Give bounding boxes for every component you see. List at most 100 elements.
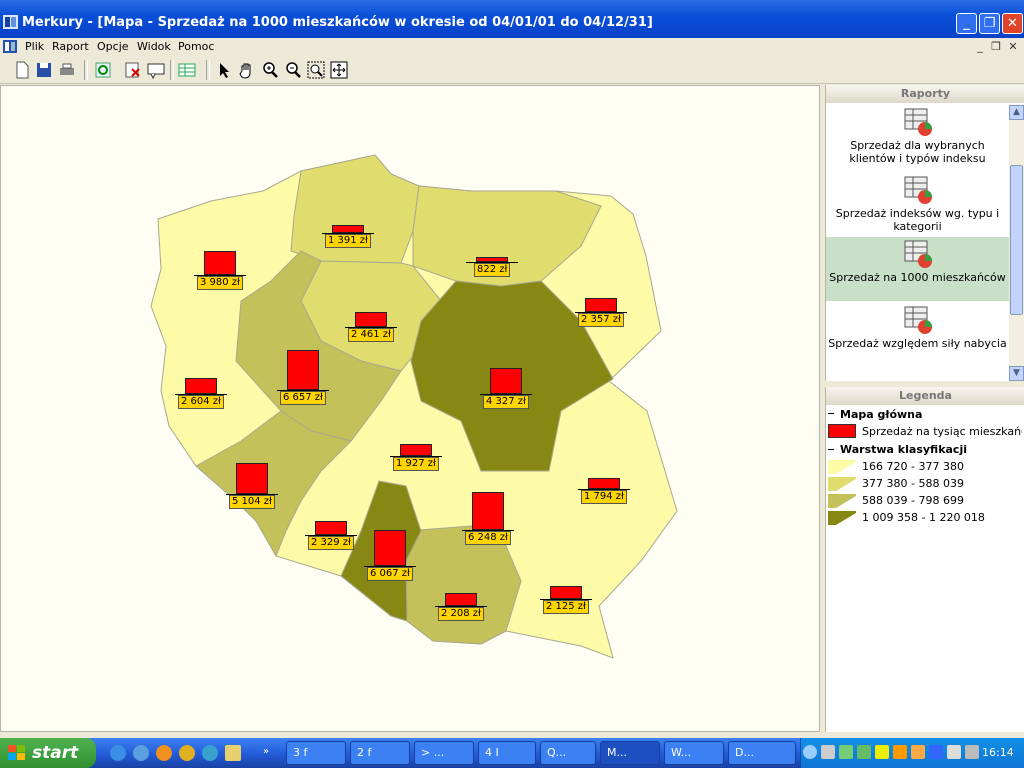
pointer-icon[interactable] — [214, 60, 234, 80]
map-value-bar — [315, 521, 347, 535]
legend-bar-swatch — [828, 424, 856, 438]
window-title: Merkury - [Mapa - Sprzedaż na 1000 miesz… — [22, 15, 653, 30]
report-chart-icon — [904, 108, 932, 136]
menu-widok[interactable]: Widok — [137, 40, 171, 53]
taskbar-item[interactable]: 4 I — [478, 741, 536, 765]
taskbar-item[interactable]: 3 f — [286, 741, 346, 765]
tray-icon[interactable] — [893, 745, 907, 759]
windows-logo-icon — [8, 745, 25, 760]
legend-panel: Legenda Mapa główna Sprzedaż na tysiąc m… — [825, 387, 1024, 732]
toolbar-separator — [170, 60, 174, 80]
print-icon[interactable] — [57, 60, 77, 80]
map-value-bar — [400, 444, 432, 456]
taskbar-item[interactable]: > ... — [414, 741, 474, 765]
minimize-button[interactable]: _ — [956, 13, 977, 34]
maximize-button[interactable]: ❐ — [979, 13, 1000, 34]
map-value-label: 5 104 zł — [229, 495, 275, 509]
report-label: Sprzedaż na 1000 mieszkańców — [829, 271, 1006, 284]
save-icon[interactable] — [34, 60, 54, 80]
tray-icon[interactable] — [839, 745, 853, 759]
refresh-icon[interactable] — [93, 60, 113, 80]
taskbar-item[interactable]: 2 f — [350, 741, 410, 765]
close-button[interactable]: ✕ — [1002, 13, 1023, 34]
bluetooth-icon[interactable] — [929, 745, 943, 759]
map-value-bar — [585, 298, 617, 312]
scroll-thumb[interactable] — [1010, 165, 1023, 315]
taskbar-item[interactable]: Q... — [540, 741, 596, 765]
map-value-bar — [490, 368, 522, 394]
menu-pomoc[interactable]: Pomoc — [178, 40, 214, 53]
report-item-1[interactable]: Sprzedaż dla wybranych klientów i typów … — [826, 105, 1009, 169]
zoom-area-icon[interactable] — [306, 60, 326, 80]
map-value-bar — [374, 530, 406, 566]
start-label: start — [32, 743, 79, 763]
map-value-bar — [550, 586, 582, 599]
legend-main-item: Sprzedaż na tysiąc mieszkańców — [862, 425, 1022, 438]
menu-opcje[interactable]: Opcje — [97, 40, 129, 53]
map-value-label: 6 067 zł — [367, 567, 413, 581]
legend-main-section: Mapa główna — [840, 408, 923, 421]
collapse-icon[interactable] — [828, 413, 834, 414]
title-bar[interactable]: Merkury - [Mapa - Sprzedaż na 1000 miesz… — [0, 0, 1024, 38]
report-item-4[interactable]: Sprzedaż względem siły nabycia — [826, 303, 1009, 367]
delete-icon[interactable] — [123, 60, 143, 80]
tray-arrow-icon[interactable] — [803, 745, 817, 759]
folder-icon[interactable] — [225, 745, 241, 761]
menu-plik[interactable]: Plik — [25, 40, 44, 53]
report-label: Sprzedaż względem siły nabycia — [828, 337, 1007, 350]
toolbar — [0, 57, 1024, 84]
mdi-close-button[interactable]: ✕ — [1005, 40, 1021, 54]
full-extent-icon[interactable] — [329, 60, 349, 80]
mdi-doc-icon[interactable] — [3, 40, 17, 53]
pan-hand-icon[interactable] — [237, 60, 257, 80]
info-icon[interactable] — [875, 745, 889, 759]
legend-class-range: 377 380 - 588 039 — [862, 477, 964, 490]
map-value-label: 4 327 zł — [483, 395, 529, 409]
report-item-2[interactable]: Sprzedaż indeksów wg. typu i kategorii — [826, 173, 1009, 237]
new-document-icon[interactable] — [12, 60, 32, 80]
map-value-label: 1 927 zł — [393, 457, 439, 471]
zoom-out-icon[interactable] — [283, 60, 303, 80]
chevron-right-icon[interactable]: » — [263, 746, 269, 757]
taskbar-item-active[interactable]: M... — [600, 741, 660, 765]
mdi-restore-button[interactable]: ❐ — [988, 40, 1004, 54]
map-view[interactable]: 3 980 zł 1 391 zł 822 zł 2 461 zł 2 357 zł 2 … — [0, 85, 820, 732]
clock: 16:14 — [982, 746, 1014, 759]
taskbar-item[interactable]: D... — [728, 741, 796, 765]
reports-scrollbar[interactable]: ▲ ▼ — [1009, 105, 1024, 381]
legend-class-swatch — [828, 511, 856, 525]
map-value-label: 2 604 zł — [178, 395, 224, 409]
tray-icon[interactable] — [947, 745, 961, 759]
legend-class-swatch — [828, 460, 856, 474]
menu-raport[interactable]: Raport — [52, 40, 89, 53]
bar-layer: 3 980 zł 1 391 zł 822 zł 2 461 zł 2 357 zł 2 … — [1, 86, 819, 731]
map-value-bar — [236, 463, 268, 494]
tray-icon[interactable] — [857, 745, 871, 759]
media-player-icon[interactable] — [179, 745, 195, 761]
tray-icon[interactable] — [911, 745, 925, 759]
legend-class-range: 1 009 358 - 1 220 018 — [862, 511, 985, 524]
zoom-in-icon[interactable] — [260, 60, 280, 80]
reports-panel: Raporty Sprzedaż dla wybranych klientów … — [825, 85, 1024, 381]
scroll-down-button[interactable]: ▼ — [1009, 366, 1024, 381]
messenger-icon[interactable] — [202, 745, 218, 761]
taskbar: start » 3 f 2 f > ... 4 I Q... M... W...… — [0, 738, 1024, 768]
mdi-minimize-button[interactable]: _ — [972, 40, 988, 54]
start-button[interactable]: start — [0, 738, 96, 768]
quicklaunch-icon[interactable] — [156, 745, 172, 761]
report-item-3[interactable]: Sprzedaż na 1000 mieszkańców — [826, 237, 1009, 301]
comment-icon[interactable] — [146, 60, 166, 80]
ie-icon[interactable] — [110, 745, 126, 761]
table-icon[interactable] — [177, 60, 197, 80]
map-value-label: 1 391 zł — [325, 234, 371, 248]
network-icon[interactable] — [821, 745, 835, 759]
taskbar-item[interactable]: W... — [664, 741, 724, 765]
report-label: Sprzedaż dla wybranych klientów i typów … — [849, 139, 986, 165]
map-value-bar — [204, 251, 236, 275]
map-value-bar — [185, 378, 217, 394]
quicklaunch-icon[interactable] — [133, 745, 149, 761]
reports-header: Raporty — [826, 85, 1024, 103]
scroll-up-button[interactable]: ▲ — [1009, 105, 1024, 120]
collapse-icon[interactable] — [828, 449, 834, 450]
volume-icon[interactable] — [965, 745, 979, 759]
